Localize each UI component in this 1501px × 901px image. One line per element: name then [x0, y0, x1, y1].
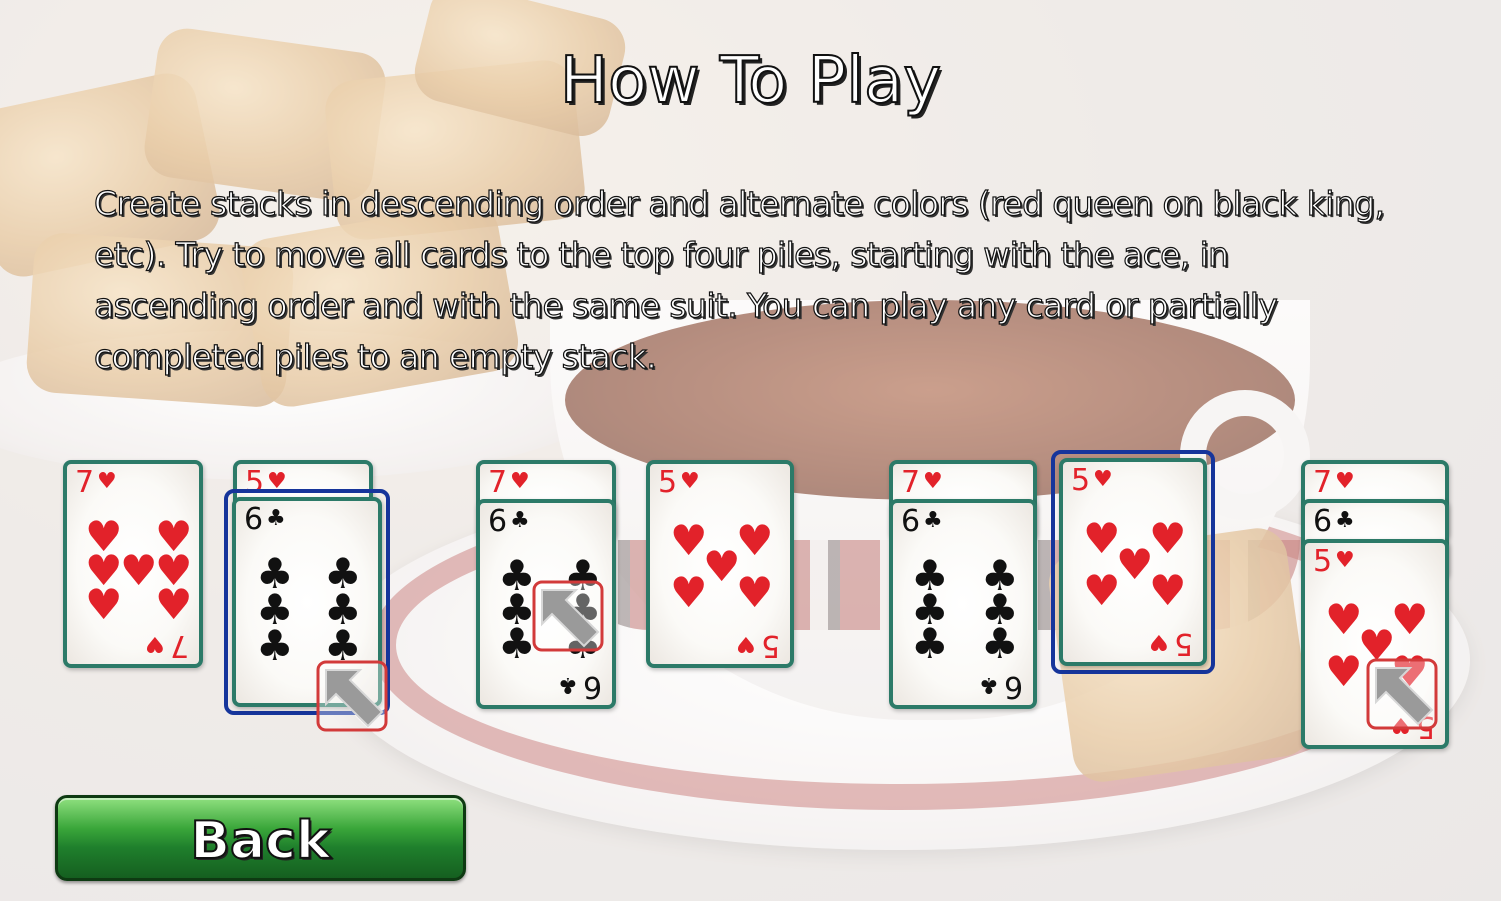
card-six-of-clubs: 6 ♣ ♣ ♣ ♣ ♣ ♣ ♣ 6 ♣	[889, 499, 1037, 709]
card-rank: 6	[244, 502, 264, 537]
heart-icon: ♥	[1149, 566, 1187, 615]
heart-icon: ♥	[1335, 469, 1355, 494]
club-icon: ♣	[911, 619, 949, 668]
heart-icon: ♥	[510, 469, 530, 494]
heart-icon: ♥	[145, 631, 165, 656]
heart-icon: ♥	[670, 568, 708, 617]
card-five-of-hearts: 5 ♥ ♥ ♥ ♥ ♥ ♥ 5 ♥	[646, 460, 794, 668]
club-icon: ♣	[558, 672, 578, 697]
pointer-arrow-icon	[1366, 658, 1438, 730]
club-icon: ♣	[1335, 508, 1355, 533]
heart-icon: ♥	[703, 542, 741, 591]
heart-icon: ♥	[1325, 595, 1363, 644]
heart-icon: ♥	[1391, 595, 1429, 644]
heart-icon: ♥	[1083, 566, 1121, 615]
club-icon: ♣	[981, 619, 1019, 668]
card-rank: 5	[1313, 544, 1333, 579]
heart-icon: ♥	[736, 631, 756, 656]
card-rank: 7	[169, 628, 189, 663]
heart-icon: ♥	[1325, 647, 1363, 696]
pointer-arrow-icon	[532, 580, 604, 652]
heart-icon: ♥	[670, 516, 708, 565]
heart-icon: ♥	[1149, 514, 1187, 563]
card-rank: 5	[1173, 626, 1193, 661]
heart-icon: ♥	[680, 469, 700, 494]
back-button[interactable]: Back	[55, 795, 466, 881]
heart-icon: ♥	[85, 580, 123, 629]
card-rank: 5	[1071, 463, 1091, 498]
card-rank: 7	[1313, 465, 1333, 500]
card-rank: 5	[760, 628, 780, 663]
club-icon: ♣	[266, 506, 286, 531]
instructions-text: Create stacks in descending order and al…	[93, 183, 1385, 376]
card-rank: 6	[488, 504, 508, 539]
background-photo	[0, 0, 1501, 901]
card-rank: 6	[901, 504, 921, 539]
club-icon: ♣	[923, 508, 943, 533]
heart-icon: ♥	[1083, 514, 1121, 563]
card-five-of-hearts: 5 ♥ ♥ ♥ ♥ ♥ ♥ 5 ♥	[1059, 458, 1207, 666]
pointer-arrow-icon	[316, 660, 388, 732]
card-seven-of-hearts: 7 ♥ ♥ ♥ ♥ ♥ ♥ ♥ ♥ 7 ♥	[63, 460, 203, 668]
card-rank: 6	[1003, 669, 1023, 704]
card-rank: 6	[582, 669, 602, 704]
club-icon: ♣	[498, 619, 536, 668]
heart-icon: ♥	[1149, 629, 1169, 654]
heart-icon: ♥	[736, 568, 774, 617]
heart-icon: ♥	[1093, 467, 1113, 492]
heart-icon: ♥	[1335, 548, 1355, 573]
card-rank: 6	[1313, 504, 1333, 539]
club-icon: ♣	[979, 672, 999, 697]
heart-icon: ♥	[155, 580, 193, 629]
heart-icon: ♥	[1116, 540, 1154, 589]
heart-icon: ♥	[736, 516, 774, 565]
card-rank: 7	[488, 465, 508, 500]
page-title: How To Play	[559, 43, 942, 119]
heart-icon: ♥	[97, 469, 117, 494]
card-rank: 7	[75, 465, 95, 500]
heart-icon: ♥	[120, 546, 158, 595]
back-button-label: Back	[189, 810, 331, 872]
card-rank: 5	[658, 465, 678, 500]
card-rank: 7	[901, 465, 921, 500]
club-icon: ♣	[510, 508, 530, 533]
club-icon: ♣	[256, 621, 294, 670]
heart-icon: ♥	[923, 469, 943, 494]
